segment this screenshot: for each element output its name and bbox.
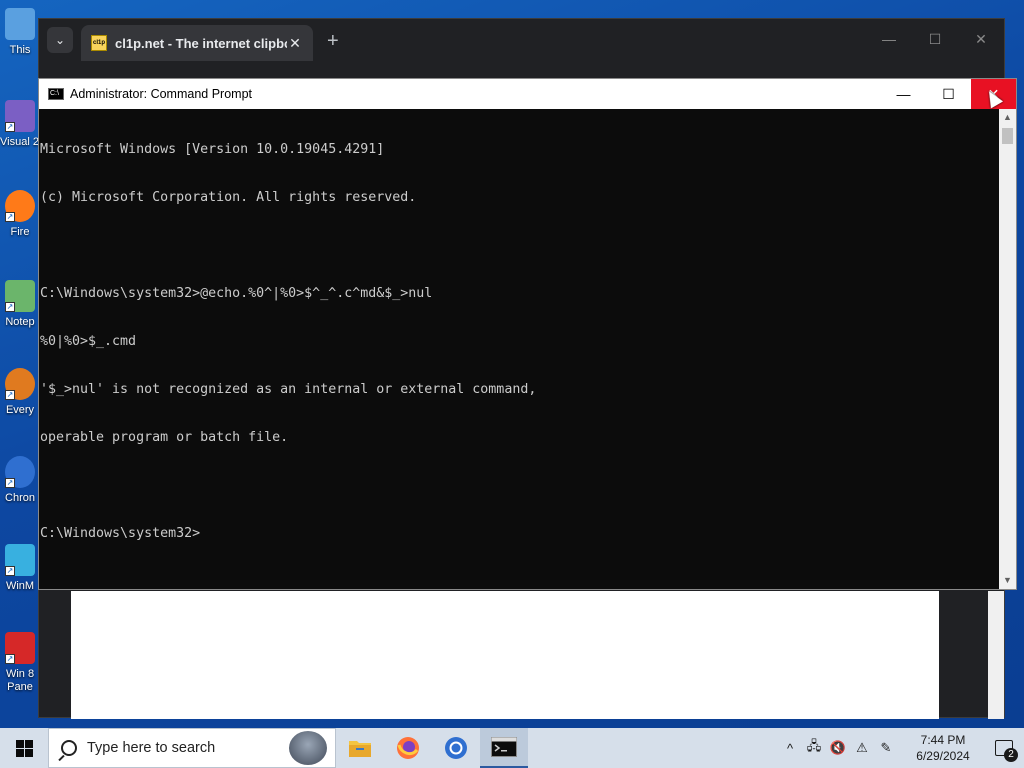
browser-tabstrip: ⌄ cl1p cl1p.net - The internet clipboard…: [39, 19, 1004, 61]
firefox-icon: [397, 737, 419, 759]
desktop-icon-firefox[interactable]: ↗ Fire: [0, 190, 40, 274]
console-line: operable program or batch file.: [40, 430, 289, 445]
browser-maximize-button[interactable]: ☐: [912, 19, 958, 59]
scroll-up-arrow-icon[interactable]: ▲: [999, 109, 1016, 126]
console-line: '$_>nul' is not recognized as an interna…: [40, 382, 537, 397]
win8-panel-icon: ↗: [5, 632, 35, 664]
console-line: %0|%0>$_.cmd: [40, 334, 137, 349]
chrome-icon: [445, 737, 467, 759]
notepad-icon: ↗: [5, 280, 35, 312]
clock-date: 6/29/2024: [916, 749, 970, 763]
desktop-icon-everything[interactable]: ↗ Every: [0, 368, 40, 452]
taskbar-search-box[interactable]: Type here to search: [48, 728, 336, 768]
desktop-icon-label: WinM: [5, 580, 35, 592]
cmd-maximize-button[interactable]: ☐: [926, 79, 971, 109]
taskbar-app-chrome[interactable]: [432, 728, 480, 768]
action-center-button[interactable]: 2: [984, 728, 1024, 768]
cmd-app-icon: C:\: [48, 88, 64, 100]
new-tab-button[interactable]: +: [327, 30, 339, 53]
tab-title: cl1p.net - The internet clipboard: [115, 35, 287, 51]
search-icon: [61, 740, 77, 756]
taskbar-clock[interactable]: 7:44 PM 6/29/2024: [902, 732, 984, 764]
browser-scrollbar[interactable]: [988, 591, 1004, 719]
desktop-icon-label: Chron: [5, 492, 35, 504]
desktop-icon-win8-panel[interactable]: ↗ Win 8 Pane: [0, 632, 40, 716]
desktop-icon-label: This: [9, 44, 31, 56]
start-button[interactable]: [0, 728, 48, 768]
console-line: (c) Microsoft Corporation. All rights re…: [40, 190, 417, 205]
pen-workspace-icon[interactable]: ✎: [874, 740, 898, 756]
winmerge-icon: ↗: [5, 544, 35, 576]
volume-muted-icon[interactable]: 🔇: [826, 740, 850, 756]
tab-close-icon[interactable]: ✕: [287, 35, 303, 52]
desktop-icon-label: Fire: [10, 226, 30, 238]
notification-count-badge: 2: [1004, 748, 1018, 762]
desktop-icon-notepad[interactable]: ↗ Notep: [0, 280, 40, 364]
cmd-minimize-button[interactable]: —: [881, 79, 926, 109]
console-prompt-line: C:\Windows\system32>: [40, 526, 201, 541]
command-prompt-window: C:\ Administrator: Command Prompt — ☐ ✕ …: [38, 78, 1017, 590]
this-pc-icon: [5, 8, 35, 40]
browser-page-content: [71, 591, 939, 719]
cmd-window-title: Administrator: Command Prompt: [70, 87, 253, 101]
cl1p-favicon-icon: cl1p: [91, 35, 107, 51]
search-highlight-owl-icon[interactable]: [289, 731, 327, 765]
browser-minimize-button[interactable]: —: [866, 19, 912, 59]
tab-search-button[interactable]: ⌄: [47, 27, 73, 53]
scrollbar-thumb[interactable]: [1002, 128, 1013, 144]
search-placeholder: Type here to search: [87, 740, 216, 756]
visual-studio-icon: ↗: [5, 100, 35, 132]
cmd-icon: [491, 737, 517, 757]
folder-icon: [349, 741, 371, 757]
taskbar-app-file-explorer[interactable]: [336, 728, 384, 768]
show-hidden-icons-chevron-icon[interactable]: ^: [778, 741, 802, 756]
everything-icon: ↗: [5, 368, 35, 400]
desktop-icon-chrome[interactable]: ↗ Chron: [0, 456, 40, 540]
browser-close-button[interactable]: ✕: [958, 19, 1004, 59]
taskbar-app-command-prompt[interactable]: [480, 728, 528, 768]
console-line: Microsoft Windows [Version 10.0.19045.42…: [40, 142, 385, 157]
desktop-icon-label: Every: [5, 404, 35, 416]
taskbar-app-firefox[interactable]: [384, 728, 432, 768]
chrome-icon: ↗: [5, 456, 35, 488]
desktop-icon-label: Win 8 Pane: [5, 668, 35, 693]
cmd-console-output[interactable]: Microsoft Windows [Version 10.0.19045.42…: [39, 109, 999, 589]
scroll-down-arrow-icon[interactable]: ▼: [999, 572, 1016, 589]
system-tray: ^ 🖧 🔇 ⚠ ✎ 7:44 PM 6/29/2024 2: [778, 728, 1024, 768]
clock-time: 7:44 PM: [920, 733, 966, 747]
browser-window-controls: — ☐ ✕: [866, 19, 1004, 59]
network-icon[interactable]: 🖧: [802, 737, 826, 759]
desktop-icon-label: Notep: [5, 316, 35, 328]
browser-tab[interactable]: cl1p cl1p.net - The internet clipboard ✕: [81, 25, 313, 61]
desktop-icon-label: Visual 20: [0, 136, 40, 148]
desktop-icon-winmerge[interactable]: ↗ WinM: [0, 544, 40, 628]
firefox-icon: ↗: [5, 190, 35, 222]
cmd-scrollbar[interactable]: ▲ ▼: [999, 109, 1016, 589]
console-line: C:\Windows\system32>@echo.%0^|%0>$^_^.c^…: [40, 286, 433, 301]
desktop-icon-visual-studio[interactable]: ↗ Visual 20: [0, 100, 40, 184]
cmd-titlebar[interactable]: C:\ Administrator: Command Prompt — ☐ ✕: [39, 79, 1016, 109]
security-alert-icon[interactable]: ⚠: [850, 740, 874, 756]
desktop-icon-this-pc[interactable]: This: [0, 8, 40, 92]
taskbar: Type here to search ^ 🖧 🔇 ⚠ ✎ 7:44 PM 6/…: [0, 728, 1024, 768]
windows-logo-icon: [15, 739, 33, 757]
